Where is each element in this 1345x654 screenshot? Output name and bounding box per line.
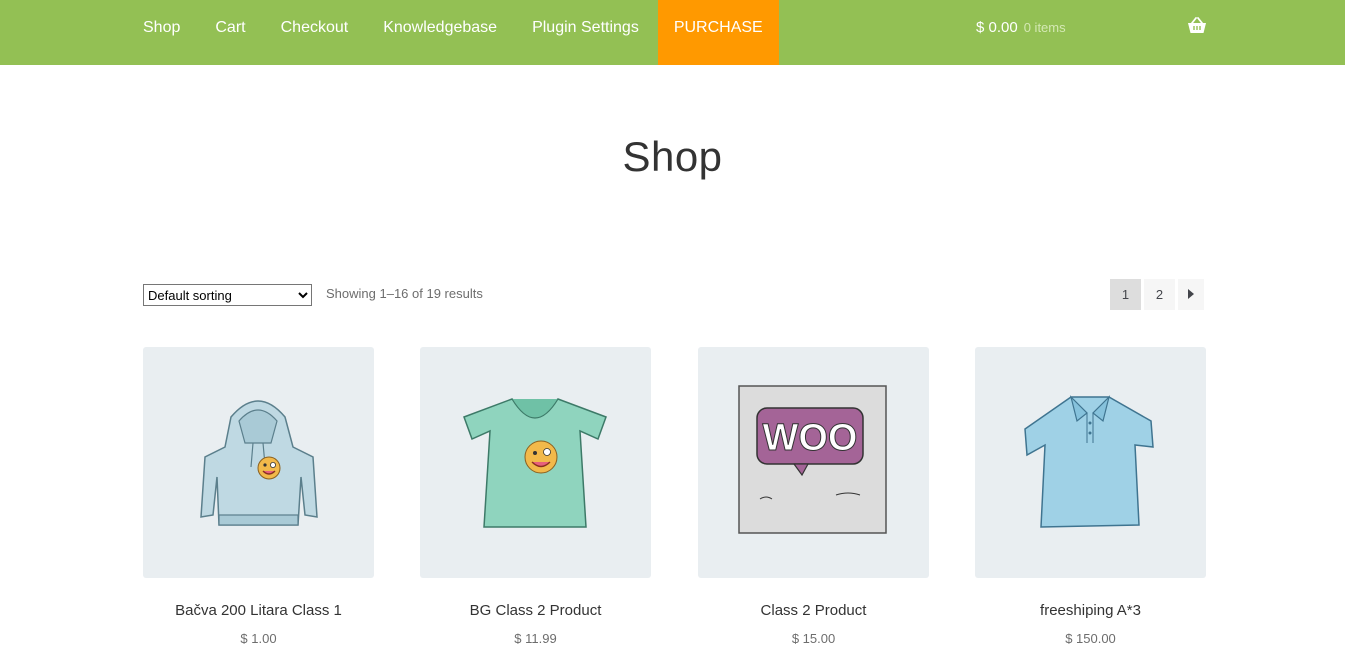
sorting-select[interactable]: Default sorting xyxy=(143,284,312,306)
product-price: $ 150.00 xyxy=(1065,631,1116,646)
basket-icon[interactable] xyxy=(1187,17,1207,35)
cart-count: 0 items xyxy=(1023,20,1066,35)
tshirt-image xyxy=(463,398,607,528)
result-count: Showing 1–16 of 19 results xyxy=(326,286,483,301)
product-card: freeshiping A*3 $ 150.00 xyxy=(975,347,1206,646)
album-image: WOO xyxy=(738,385,887,534)
product-name[interactable]: Bačva 200 Litara Class 1 xyxy=(143,602,374,619)
product-name[interactable]: Class 2 Product xyxy=(698,602,929,619)
product-image-polo[interactable] xyxy=(975,347,1206,578)
page-1[interactable]: 1 xyxy=(1110,279,1141,310)
next-page-button[interactable] xyxy=(1178,279,1204,310)
site-header: Shop Cart Checkout Knowledgebase Plugin … xyxy=(0,0,1345,65)
svg-text:WOO: WOO xyxy=(763,417,858,459)
product-price: $ 11.99 xyxy=(514,631,557,646)
page-2[interactable]: 2 xyxy=(1144,279,1175,310)
hoodie-image xyxy=(200,400,318,526)
product-name[interactable]: BG Class 2 Product xyxy=(420,602,651,619)
product-image-album[interactable]: WOO xyxy=(698,347,929,578)
nav-checkout[interactable]: Checkout xyxy=(281,0,349,65)
product-image-tshirt[interactable] xyxy=(420,347,651,578)
page-title: Shop xyxy=(622,133,723,180)
nav-plugin-settings[interactable]: Plugin Settings xyxy=(532,0,639,65)
nav-purchase[interactable]: PURCHASE xyxy=(657,0,779,65)
nav-knowledgebase[interactable]: Knowledgebase xyxy=(383,0,497,65)
header-cart[interactable]: $ 0.00 0 items xyxy=(976,0,1066,55)
arrow-right-icon xyxy=(1188,289,1194,299)
pagination: 1 2 xyxy=(1110,279,1204,310)
product-card: BG Class 2 Product $ 11.99 xyxy=(420,347,651,646)
product-price: $ 1.00 xyxy=(240,631,277,646)
polo-image xyxy=(1024,395,1154,528)
product-image-hoodie[interactable] xyxy=(143,347,374,578)
product-name[interactable]: freeshiping A*3 xyxy=(975,602,1206,619)
primary-navigation: Shop Cart Checkout Knowledgebase Plugin … xyxy=(143,0,814,65)
product-price: $ 15.00 xyxy=(791,631,836,646)
nav-cart[interactable]: Cart xyxy=(215,0,245,65)
nav-shop[interactable]: Shop xyxy=(143,0,180,65)
cart-total: $ 0.00 xyxy=(976,19,1018,36)
product-card: Bačva 200 Litara Class 1 $ 1.00 xyxy=(143,347,374,646)
product-card: WOO Class 2 Product $ 15.00 xyxy=(698,347,929,646)
